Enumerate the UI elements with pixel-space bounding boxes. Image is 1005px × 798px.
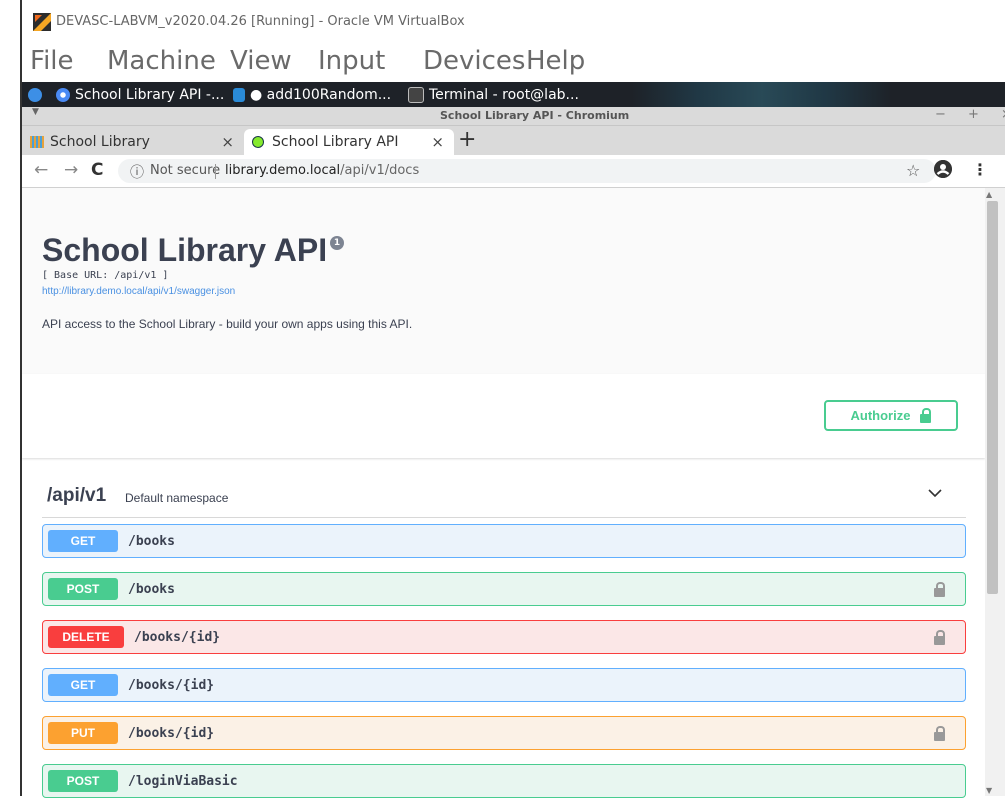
- method-badge: POST: [48, 578, 118, 600]
- operation-path: /books/{id}: [128, 725, 215, 741]
- menu-view[interactable]: View: [230, 46, 292, 76]
- menu-help[interactable]: Help: [526, 46, 585, 76]
- operation-path: /loginViaBasic: [128, 773, 238, 789]
- method-badge: GET: [48, 530, 118, 552]
- scroll-up-icon[interactable]: ▲: [986, 190, 992, 199]
- tab-close-icon[interactable]: ×: [221, 133, 234, 151]
- operation-path: /books: [128, 533, 175, 549]
- lock-icon[interactable]: [934, 630, 945, 645]
- tab-label: School Library: [50, 134, 150, 150]
- menu-input[interactable]: Input: [318, 46, 385, 76]
- method-badge: DELETE: [48, 626, 124, 648]
- menu-file[interactable]: File: [30, 46, 74, 76]
- taskbar-item-label: Terminal - root@lab...: [429, 86, 579, 103]
- operation-get-books[interactable]: GET /books: [42, 524, 966, 558]
- method-badge: PUT: [48, 722, 118, 744]
- chromium-window-title: School Library API - Chromium: [440, 109, 630, 122]
- xfce-menu-icon[interactable]: [28, 85, 42, 104]
- authorize-label: Authorize: [850, 408, 911, 423]
- api-info-section: [22, 188, 985, 374]
- api-description: API access to the School Library - build…: [42, 317, 413, 331]
- operation-post-books[interactable]: POST /books: [42, 572, 966, 606]
- omnibox-separator: [215, 164, 216, 179]
- base-url: [ Base URL: /api/v1 ]: [42, 270, 169, 281]
- virtualbox-icon: [33, 13, 51, 31]
- operation-path: /books/{id}: [134, 629, 221, 645]
- new-tab-button[interactable]: +: [458, 127, 476, 152]
- scrollbar-thumb[interactable]: [987, 201, 998, 594]
- taskbar-item-chromium[interactable]: School Library API -...: [56, 85, 224, 104]
- api-title: School Library API: [42, 232, 328, 268]
- taskbar-item-label: ● add100Random...: [250, 86, 392, 103]
- back-icon[interactable]: ←: [34, 160, 48, 180]
- menu-machine[interactable]: Machine: [107, 46, 216, 76]
- tab-school-library[interactable]: School Library ×: [24, 129, 244, 155]
- version-badge: 1: [330, 236, 344, 250]
- menu-devices[interactable]: Devices: [423, 46, 525, 76]
- operation-put-book[interactable]: PUT /books/{id}: [42, 716, 966, 750]
- bookmark-star-icon[interactable]: ☆: [906, 161, 920, 180]
- swagger-json-link[interactable]: http://library.demo.local/api/v1/swagger…: [42, 286, 235, 297]
- namespace-name[interactable]: /api/v1: [47, 485, 106, 507]
- url-text[interactable]: library.demo.local/api/v1/docs: [225, 163, 419, 178]
- taskbar-item-terminal[interactable]: Terminal - root@lab...: [408, 85, 579, 104]
- operation-delete-book[interactable]: DELETE /books/{id}: [42, 620, 966, 654]
- operation-path: /books: [128, 581, 175, 597]
- authorize-button[interactable]: Authorize: [824, 400, 958, 431]
- security-chip[interactable]: Not secure: [150, 163, 220, 178]
- tab-close-icon[interactable]: ×: [431, 133, 444, 151]
- operation-path: /books/{id}: [128, 677, 215, 693]
- taskbar-item-vscode[interactable]: ● add100Random...: [233, 85, 391, 104]
- lock-icon[interactable]: [934, 582, 945, 597]
- info-icon[interactable]: ⓘ: [130, 162, 144, 182]
- vscode-icon: [233, 87, 245, 102]
- forward-icon[interactable]: →: [64, 160, 78, 180]
- lock-icon[interactable]: [934, 726, 945, 741]
- terminal-icon: [408, 86, 424, 103]
- tab-favicon-icon: [30, 136, 44, 148]
- unlocked-icon: [920, 407, 932, 423]
- profile-icon[interactable]: [934, 160, 952, 178]
- chevron-down-icon[interactable]: [927, 485, 943, 501]
- tab-school-library-api[interactable]: School Library API ×: [244, 129, 454, 155]
- wallpaper-strip: [632, 82, 892, 107]
- url-host: library.demo.local: [225, 163, 341, 178]
- window-controls[interactable]: − + ×: [935, 107, 1005, 122]
- window-menu-icon[interactable]: ▼: [32, 107, 39, 117]
- operation-get-book[interactable]: GET /books/{id}: [42, 668, 966, 702]
- method-badge: GET: [48, 674, 118, 696]
- scroll-down-icon[interactable]: ▼: [986, 786, 992, 795]
- chromium-icon: [56, 87, 70, 102]
- method-badge: POST: [48, 770, 118, 792]
- namespace-description: Default namespace: [125, 491, 229, 505]
- vbox-window-title: DEVASC-LABVM_v2020.04.26 [Running] - Ora…: [56, 14, 465, 29]
- browser-menu-icon[interactable]: ⋮: [972, 160, 988, 179]
- tab-favicon-icon: [252, 136, 264, 148]
- taskbar-item-label: School Library API -...: [75, 86, 225, 103]
- url-path: /api/v1/docs: [340, 163, 420, 178]
- tab-label: School Library API: [272, 134, 399, 150]
- operation-post-login[interactable]: POST /loginViaBasic: [42, 764, 966, 798]
- reload-icon[interactable]: C: [91, 160, 103, 180]
